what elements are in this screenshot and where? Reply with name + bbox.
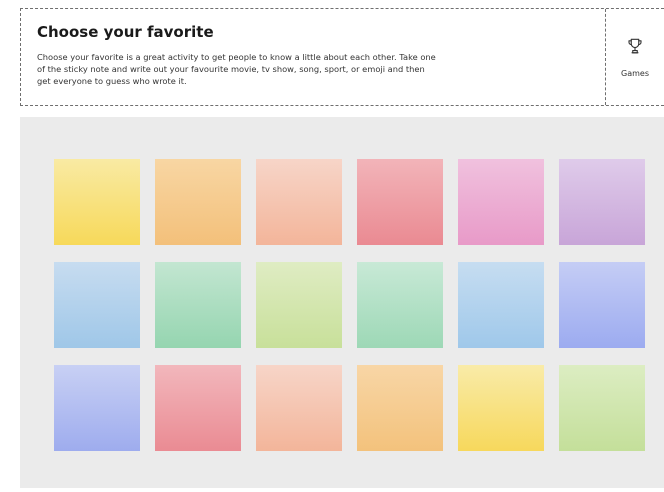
sticky-note[interactable]: [155, 159, 241, 245]
sticky-note[interactable]: [54, 262, 140, 348]
sticky-note[interactable]: [54, 365, 140, 451]
page: Choose your favorite Choose your favorit…: [0, 0, 664, 492]
activity-title: Choose your favorite: [37, 23, 214, 41]
sticky-note[interactable]: [256, 365, 342, 451]
activity-description: Choose your favorite is a great activity…: [37, 52, 436, 86]
sticky-note[interactable]: [256, 262, 342, 348]
games-button[interactable]: Games: [606, 9, 664, 105]
activity-info: Choose your favorite Choose your favorit…: [21, 9, 606, 105]
sticky-note[interactable]: [559, 365, 645, 451]
sticky-note[interactable]: [559, 262, 645, 348]
sticky-note[interactable]: [54, 159, 140, 245]
sticky-note[interactable]: [458, 159, 544, 245]
sticky-note[interactable]: [357, 262, 443, 348]
sticky-note-board: [20, 117, 664, 488]
sticky-note[interactable]: [155, 365, 241, 451]
games-label: Games: [621, 69, 649, 78]
sticky-note[interactable]: [458, 262, 544, 348]
activity-header: Choose your favorite Choose your favorit…: [20, 8, 664, 106]
sticky-note[interactable]: [458, 365, 544, 451]
trophy-icon: [628, 38, 642, 54]
sticky-note[interactable]: [155, 262, 241, 348]
sticky-note[interactable]: [256, 159, 342, 245]
sticky-note[interactable]: [357, 159, 443, 245]
sticky-note[interactable]: [357, 365, 443, 451]
sticky-note[interactable]: [559, 159, 645, 245]
